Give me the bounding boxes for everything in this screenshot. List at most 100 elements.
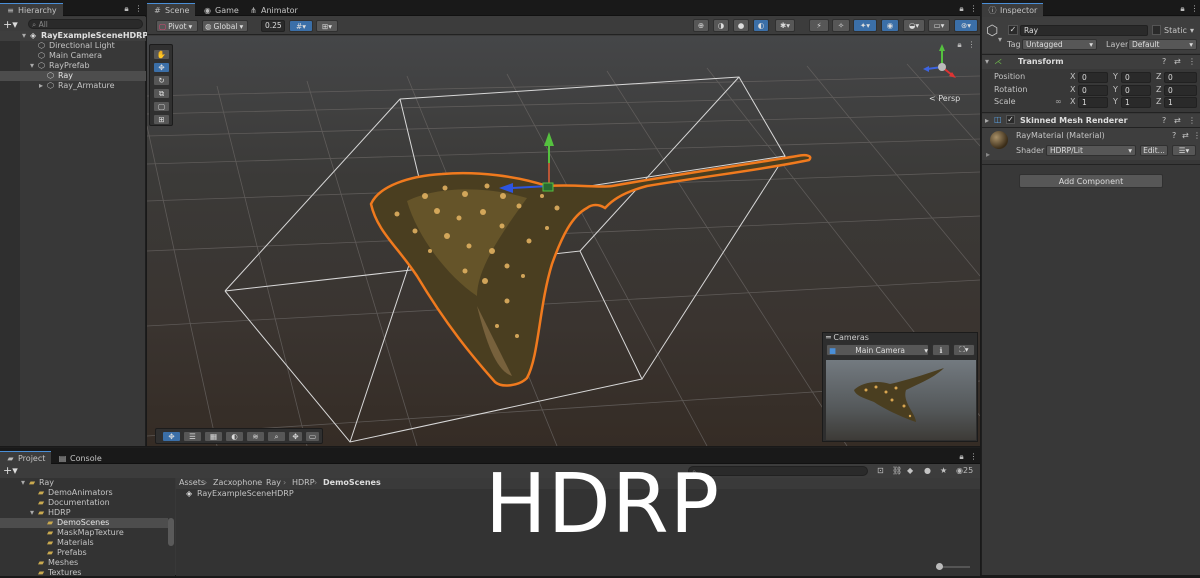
collapse-arrow-icon[interactable]: ▾	[21, 478, 25, 488]
shader-dropdown[interactable]: HDRP/Lit ▾	[1046, 145, 1136, 156]
search-by-label-icon[interactable]: ⛓	[892, 466, 902, 475]
more-options-icon[interactable]: ⋮	[1190, 4, 1199, 13]
active-checkbox[interactable]: ✓	[1008, 25, 1018, 35]
folder-hdrp[interactable]: ▾ ▰ HDRP	[0, 508, 168, 518]
more-options-icon[interactable]: ⋮	[1188, 57, 1196, 66]
rotation-x-field[interactable]: 0	[1078, 85, 1108, 96]
collapse-arrow-icon[interactable]: ▾	[985, 57, 989, 66]
more-options-icon[interactable]: ⋮	[969, 452, 978, 461]
tool-button-camera[interactable]: ▭	[305, 431, 320, 442]
tag-dropdown[interactable]: Untagged ▾	[1022, 39, 1097, 50]
debug-draw-button[interactable]: ✱▾	[775, 19, 795, 32]
orientation-gizmo[interactable]: < Persp	[917, 42, 967, 106]
camera-settings-button[interactable]: ▭▾	[928, 19, 950, 32]
file-item[interactable]: ◈ RayExampleSceneHDRP	[186, 489, 386, 499]
rotation-y-field[interactable]: 0	[1121, 85, 1151, 96]
more-options-icon[interactable]: ⋮	[1188, 116, 1196, 125]
enabled-checkbox[interactable]: ✓	[1006, 115, 1015, 124]
grid-snap-toggle[interactable]: #▾	[289, 20, 313, 32]
folder-maskmaptexture[interactable]: ▰ MaskMapTexture	[0, 528, 168, 538]
create-button[interactable]: +▾	[3, 18, 18, 31]
projection-label[interactable]: < Persp	[929, 94, 960, 103]
scale-z-field[interactable]: 1	[1164, 97, 1197, 108]
rect-tool-button[interactable]: ▢	[153, 101, 170, 112]
folder-documentation[interactable]: ▰ Documentation	[0, 498, 168, 508]
camera-info-button[interactable]: ℹ	[932, 344, 950, 356]
edit-shader-button[interactable]: Edit...	[1140, 145, 1168, 156]
lock-icon[interactable]: 🔒︎	[122, 4, 131, 13]
tool-button-align[interactable]: ☰	[183, 431, 202, 442]
rotation-z-field[interactable]: 0	[1164, 85, 1197, 96]
gizmos-button[interactable]: ⊛▾	[954, 19, 978, 32]
help-icon[interactable]: ?	[1162, 57, 1166, 66]
hierarchy-item-scene[interactable]: ▾ ◈ RayExampleSceneHDRP ⋮	[0, 31, 148, 41]
hierarchy-item-directional-light[interactable]: ⬡ Directional Light	[0, 41, 146, 51]
lock-icon[interactable]: 🔒︎	[957, 4, 966, 13]
layer-dropdown[interactable]: Default ▾	[1128, 39, 1197, 50]
transform-tool-button[interactable]: ⊞	[153, 114, 170, 125]
position-y-field[interactable]: 0	[1121, 72, 1151, 83]
lighting-toggle[interactable]: ✧	[832, 19, 850, 32]
create-button[interactable]: +▾	[3, 464, 18, 477]
breadcrumb-item[interactable]: Ray	[266, 478, 281, 488]
breadcrumb-item[interactable]: Zacxophone	[213, 478, 262, 488]
folder-demoscenes[interactable]: ▰ DemoScenes	[0, 518, 168, 528]
favorite-icon[interactable]: ★	[940, 466, 947, 475]
hierarchy-item-main-camera[interactable]: ⬡ Main Camera	[0, 51, 146, 61]
tag-icon[interactable]: ◆	[907, 466, 913, 475]
lock-icon[interactable]: 🔒︎	[955, 40, 964, 49]
hierarchy-item-ray-armature[interactable]: ▸ ⬡ Ray_Armature	[0, 81, 146, 91]
warning-filter-icon[interactable]: ●	[924, 466, 931, 475]
rotate-tool-button[interactable]: ↻	[153, 75, 170, 86]
tree-scrollbar[interactable]	[168, 518, 174, 546]
increment-snap-button[interactable]: ⊞▾	[316, 20, 338, 32]
hierarchy-item-ray[interactable]: ⬡ Ray	[0, 71, 146, 81]
orientation-button[interactable]: ⊕	[693, 19, 709, 32]
shading-wire-button[interactable]: ◑	[713, 19, 729, 32]
breadcrumb-item[interactable]: Assets	[179, 478, 205, 488]
position-z-field[interactable]: 0	[1164, 72, 1197, 83]
folder-materials[interactable]: ▰ Materials	[0, 538, 168, 548]
visibility-count[interactable]: ◉25	[956, 466, 973, 475]
preset-icon[interactable]: ⇄	[1182, 131, 1189, 140]
scale-x-field[interactable]: 1	[1078, 97, 1108, 108]
lock-icon[interactable]: 🔒︎	[1178, 4, 1187, 13]
move-tool-button[interactable]: ✥	[153, 62, 170, 73]
stingray-model[interactable]	[369, 153, 812, 387]
more-options-icon[interactable]: ⋮	[969, 4, 978, 13]
tool-button-search[interactable]: ⌕	[267, 431, 286, 442]
chevron-down-icon[interactable]: ▾	[998, 35, 1002, 44]
link-icon[interactable]: ∞	[1055, 97, 1062, 107]
folder-ray[interactable]: ▾ ▰ Ray	[0, 478, 168, 488]
add-component-button[interactable]: Add Component	[1019, 174, 1163, 188]
hierarchy-search-input[interactable]: ⌕ All	[28, 19, 143, 29]
search-by-type-icon[interactable]: ⊡	[877, 466, 884, 475]
tool-button-shading[interactable]: ◐	[225, 431, 244, 442]
shading-shaded-button[interactable]: ●	[733, 19, 749, 32]
expand-arrow-icon[interactable]: ▸	[986, 150, 990, 159]
more-options-icon[interactable]: ⋮	[136, 31, 144, 41]
help-icon[interactable]: ?	[1172, 131, 1176, 140]
position-x-field[interactable]: 0	[1078, 72, 1108, 83]
object-name-input[interactable]: Ray	[1020, 25, 1148, 36]
tab-inspector[interactable]: ⓘ Inspector	[982, 3, 1044, 17]
hierarchy-item-rayprefab[interactable]: ▾ ⬡ RayPrefab	[0, 61, 146, 71]
tool-button-grid[interactable]: ▦	[204, 431, 223, 442]
tab-console[interactable]: ▤ Console	[52, 451, 108, 465]
2d-toggle[interactable]: ⚡	[809, 19, 829, 32]
hand-tool-button[interactable]: ✋	[153, 49, 170, 60]
folder-meshes[interactable]: ▰ Meshes	[0, 558, 168, 568]
shading-lit-button[interactable]: ◐	[753, 19, 769, 32]
tool-button-move[interactable]: ✥	[162, 431, 181, 442]
shader-options-button[interactable]: ☰▾	[1172, 145, 1196, 156]
tab-project[interactable]: ▰ Project	[0, 451, 52, 465]
camera-select-dropdown[interactable]: ■ Main Camera ▾	[826, 344, 929, 356]
more-options-icon[interactable]: ⋮	[134, 4, 143, 13]
collapse-arrow-icon[interactable]: ▾	[30, 61, 34, 71]
breadcrumb-item[interactable]: HDRP	[292, 478, 315, 488]
folder-demoanimators[interactable]: ▰ DemoAnimators	[0, 488, 168, 498]
tool-button-move2[interactable]: ✥	[288, 431, 303, 442]
tool-button-layers[interactable]: ≋	[246, 431, 265, 442]
more-options-icon[interactable]: ⋮	[1193, 131, 1200, 140]
help-icon[interactable]: ?	[1162, 116, 1166, 125]
